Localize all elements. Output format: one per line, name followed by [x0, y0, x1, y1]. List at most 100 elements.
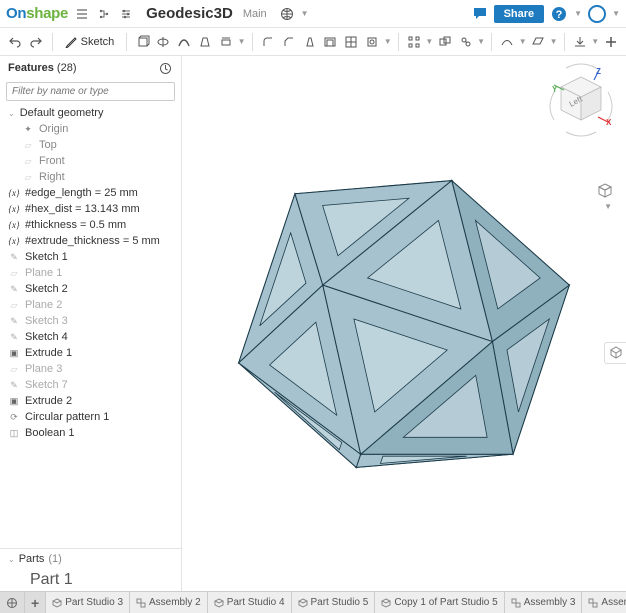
tree-front-plane[interactable]: ▱Front — [0, 153, 181, 169]
custom-feature-icon[interactable] — [601, 31, 620, 53]
feature-item[interactable]: {x}#edge_length = 25 mm — [0, 185, 181, 201]
chevron-down-icon[interactable]: ▼ — [477, 37, 485, 46]
surface-icon[interactable] — [498, 31, 517, 53]
pl-icon: ▱ — [8, 299, 20, 311]
pl-icon: ▱ — [8, 363, 20, 375]
chamfer-icon[interactable] — [279, 31, 298, 53]
pattern-icon[interactable] — [405, 31, 424, 53]
document-name[interactable]: Geodesic3D — [146, 5, 233, 22]
fillet-icon[interactable] — [258, 31, 277, 53]
tab-part[interactable]: Copy 1 of Part Studio 5 — [375, 592, 504, 613]
feature-item[interactable]: ⟳Circular pattern 1 — [0, 409, 181, 425]
logo[interactable]: Onshape — [6, 5, 68, 22]
part-studio-icon — [298, 598, 308, 608]
tab-part[interactable]: Part Studio 4 — [208, 592, 292, 613]
hamburger-icon[interactable] — [74, 6, 90, 22]
tab-asm[interactable]: Assembly 3 — [505, 592, 583, 613]
tab-asm[interactable]: Assembly 2 — [130, 592, 208, 613]
feature-item[interactable]: ✎Sketch 1 — [0, 249, 181, 265]
feature-item[interactable]: ✎Sketch 2 — [0, 281, 181, 297]
feature-item[interactable]: ▣Extrude 1 — [0, 345, 181, 361]
assembly-icon — [136, 598, 146, 608]
plane-icon: ▱ — [22, 139, 34, 151]
chevron-down-icon[interactable]: ▼ — [519, 37, 527, 46]
feature-item[interactable]: ✎Sketch 4 — [0, 329, 181, 345]
redo-button[interactable] — [27, 31, 46, 53]
hole-icon[interactable] — [363, 31, 382, 53]
bo-icon: ◫ — [8, 427, 20, 439]
svg-text:X: X — [606, 118, 612, 127]
transform-icon[interactable] — [456, 31, 475, 53]
import-icon[interactable] — [570, 31, 589, 53]
tree-top-plane[interactable]: ▱Top — [0, 137, 181, 153]
feature-item[interactable]: {x}#thickness = 0.5 mm — [0, 217, 181, 233]
help-icon[interactable]: ? — [550, 5, 568, 23]
workspace-name[interactable]: Main — [243, 8, 267, 20]
tab-part[interactable]: Part Studio 3 — [46, 592, 130, 613]
user-avatar[interactable] — [588, 5, 606, 23]
feature-item[interactable]: ▱Plane 1 — [0, 265, 181, 281]
chevron-down-icon[interactable]: ▼ — [238, 37, 246, 46]
part-studio-icon — [52, 598, 62, 608]
parts-header[interactable]: ⌄ Parts (1) — [0, 548, 181, 569]
chevron-down-icon[interactable]: ▼ — [384, 37, 392, 46]
feature-item[interactable]: ✎Sketch 3 — [0, 313, 181, 329]
chevron-down-icon[interactable]: ▼ — [591, 37, 599, 46]
features-header: Features (28) — [0, 56, 181, 80]
feature-item[interactable]: {x}#hex_dist = 13.143 mm — [0, 201, 181, 217]
sketch-button[interactable]: Sketch — [59, 31, 121, 53]
shell-icon[interactable] — [321, 31, 340, 53]
feature-item[interactable]: ✎Sketch 7 — [0, 377, 181, 393]
tree-right-plane[interactable]: ▱Right — [0, 169, 181, 185]
sweep-icon[interactable] — [175, 31, 194, 53]
rib-icon[interactable] — [342, 31, 361, 53]
add-tab-button[interactable]: + — [25, 592, 46, 613]
tree-default-geometry[interactable]: ⌄ Default geometry — [0, 105, 181, 121]
extrude-icon[interactable] — [133, 31, 152, 53]
chevron-down-icon[interactable]: ▼ — [612, 9, 620, 18]
tab-part[interactable]: Part Studio 5 — [292, 592, 376, 613]
tab-tools[interactable] — [0, 592, 25, 613]
loft-icon[interactable] — [196, 31, 215, 53]
feature-item[interactable]: ◫Boolean 1 — [0, 425, 181, 441]
sk-icon: ✎ — [8, 283, 20, 295]
chevron-down-icon[interactable]: ▼ — [574, 9, 582, 18]
chevron-down-icon: ⌄ — [8, 109, 15, 118]
thicken-icon[interactable] — [217, 31, 236, 53]
part-studio-icon — [214, 598, 224, 608]
part-studio-icon — [381, 598, 391, 608]
feature-item[interactable]: ▱Plane 3 — [0, 361, 181, 377]
chevron-down-icon[interactable]: ▼ — [550, 37, 558, 46]
viewport-3d[interactable]: Left X Y Z ▼ — [182, 56, 626, 591]
feature-item[interactable]: ▱Plane 2 — [0, 297, 181, 313]
svg-text:?: ? — [556, 9, 563, 21]
undo-button[interactable] — [6, 31, 25, 53]
plane-icon: ▱ — [22, 155, 34, 167]
isometric-view-icon[interactable] — [594, 180, 616, 202]
globe-icon[interactable] — [279, 6, 295, 22]
comment-icon[interactable] — [472, 6, 488, 22]
chevron-down-icon[interactable]: ▼ — [301, 9, 309, 18]
title-bar: Onshape Geodesic3D Main ▼ Share ? ▼ ▼ — [0, 0, 626, 28]
revolve-icon[interactable] — [154, 31, 173, 53]
tab-asm[interactable]: Assembly 4 — [582, 592, 626, 613]
section-view-icon[interactable] — [604, 342, 626, 364]
chevron-down-icon[interactable]: ▼ — [604, 202, 612, 211]
tree-origin[interactable]: ✦Origin — [0, 121, 181, 137]
plane-icon[interactable] — [529, 31, 548, 53]
share-button[interactable]: Share — [494, 5, 545, 23]
boolean-icon[interactable] — [435, 31, 454, 53]
feature-item[interactable]: ▣Extrude 2 — [0, 393, 181, 409]
var-icon: {x} — [8, 203, 20, 215]
part-item[interactable]: Part 1 — [0, 569, 181, 591]
settings-icon[interactable] — [118, 6, 134, 22]
tree-icon[interactable] — [96, 6, 112, 22]
feature-filter-input[interactable] — [6, 82, 175, 101]
rollback-icon[interactable] — [157, 60, 173, 76]
feature-item[interactable]: {x}#extrude_thickness = 5 mm — [0, 233, 181, 249]
cp-icon: ⟳ — [8, 411, 20, 423]
chevron-down-icon[interactable]: ▼ — [425, 37, 433, 46]
geodesic-model — [214, 124, 594, 524]
view-cube[interactable]: Left X Y Z — [546, 62, 616, 152]
draft-icon[interactable] — [300, 31, 319, 53]
